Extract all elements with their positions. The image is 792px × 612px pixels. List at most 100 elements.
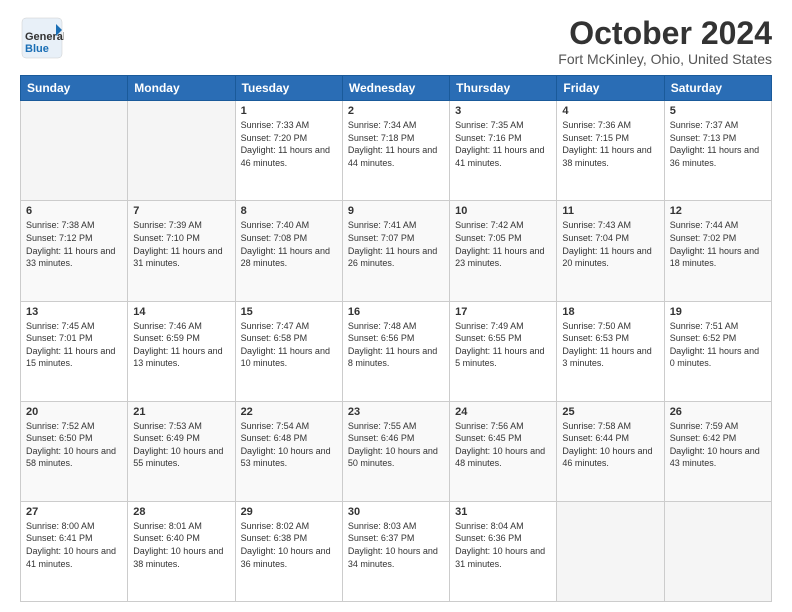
svg-text:Blue: Blue <box>25 43 49 55</box>
day-detail: Sunrise: 7:54 AMSunset: 6:48 PMDaylight:… <box>241 420 337 470</box>
calendar-week-row: 6 Sunrise: 7:38 AMSunset: 7:12 PMDaylight… <box>21 201 772 301</box>
day-detail: Sunrise: 7:58 AMSunset: 6:44 PMDaylight:… <box>562 420 658 470</box>
calendar-header-row: SundayMondayTuesdayWednesdayThursdayFrid… <box>21 76 772 101</box>
header: General Blue October 2024 Fort McKinley,… <box>20 16 772 67</box>
day-number: 30 <box>348 506 444 518</box>
calendar-cell: 2 Sunrise: 7:34 AMSunset: 7:18 PMDaylight… <box>342 101 449 201</box>
day-detail: Sunrise: 7:34 AMSunset: 7:18 PMDaylight:… <box>348 119 444 169</box>
day-number: 6 <box>26 205 122 217</box>
day-number: 23 <box>348 406 444 418</box>
day-detail: Sunrise: 7:44 AMSunset: 7:02 PMDaylight:… <box>670 219 766 269</box>
calendar-cell: 21Sunrise: 7:53 AMSunset: 6:49 PMDayligh… <box>128 401 235 501</box>
calendar-table: SundayMondayTuesdayWednesdayThursdayFrid… <box>20 75 772 602</box>
day-detail: Sunrise: 7:45 AMSunset: 7:01 PMDaylight:… <box>26 320 122 370</box>
calendar-cell: 24Sunrise: 7:56 AMSunset: 6:45 PMDayligh… <box>450 401 557 501</box>
calendar-cell: 11 Sunrise: 7:43 AMSunset: 7:04 PMDayligh… <box>557 201 664 301</box>
calendar-cell <box>557 501 664 601</box>
day-number: 1 <box>241 105 337 117</box>
day-detail: Sunrise: 7:52 AMSunset: 6:50 PMDaylight:… <box>26 420 122 470</box>
day-number: 3 <box>455 105 551 117</box>
day-number: 14 <box>133 306 229 318</box>
day-number: 21 <box>133 406 229 418</box>
calendar-header-sunday: Sunday <box>21 76 128 101</box>
calendar-cell: 3 Sunrise: 7:35 AMSunset: 7:16 PMDaylight… <box>450 101 557 201</box>
day-detail: Sunrise: 7:38 AMSunset: 7:12 PMDaylight:… <box>26 219 122 269</box>
day-detail: Sunrise: 7:39 AMSunset: 7:10 PMDaylight:… <box>133 219 229 269</box>
calendar-cell: 6 Sunrise: 7:38 AMSunset: 7:12 PMDaylight… <box>21 201 128 301</box>
day-detail: Sunrise: 8:00 AMSunset: 6:41 PMDaylight:… <box>26 520 122 570</box>
calendar-cell: 31 Sunrise: 8:04 AMSunset: 6:36 PMDayligh… <box>450 501 557 601</box>
calendar-cell: 20 Sunrise: 7:52 AMSunset: 6:50 PMDayligh… <box>21 401 128 501</box>
day-detail: Sunrise: 7:50 AMSunset: 6:53 PMDaylight:… <box>562 320 658 370</box>
day-detail: Sunrise: 7:51 AMSunset: 6:52 PMDaylight:… <box>670 320 766 370</box>
calendar-cell: 19 Sunrise: 7:51 AMSunset: 6:52 PMDayligh… <box>664 301 771 401</box>
calendar-cell: 13 Sunrise: 7:45 AMSunset: 7:01 PMDayligh… <box>21 301 128 401</box>
day-number: 7 <box>133 205 229 217</box>
calendar-cell: 30 Sunrise: 8:03 AMSunset: 6:37 PMDayligh… <box>342 501 449 601</box>
day-detail: Sunrise: 7:47 AMSunset: 6:58 PMDaylight:… <box>241 320 337 370</box>
day-number: 20 <box>26 406 122 418</box>
day-number: 31 <box>455 506 551 518</box>
logo-icon: General Blue <box>20 16 64 60</box>
day-detail: Sunrise: 8:01 AMSunset: 6:40 PMDaylight:… <box>133 520 229 570</box>
calendar-cell: 4 Sunrise: 7:36 AMSunset: 7:15 PMDaylight… <box>557 101 664 201</box>
day-number: 19 <box>670 306 766 318</box>
calendar-cell: 1 Sunrise: 7:33 AMSunset: 7:20 PMDaylight… <box>235 101 342 201</box>
day-detail: Sunrise: 7:43 AMSunset: 7:04 PMDaylight:… <box>562 219 658 269</box>
day-detail: Sunrise: 7:35 AMSunset: 7:16 PMDaylight:… <box>455 119 551 169</box>
day-number: 27 <box>26 506 122 518</box>
day-detail: Sunrise: 7:41 AMSunset: 7:07 PMDaylight:… <box>348 219 444 269</box>
day-number: 8 <box>241 205 337 217</box>
calendar-cell: 26 Sunrise: 7:59 AMSunset: 6:42 PMDayligh… <box>664 401 771 501</box>
day-number: 11 <box>562 205 658 217</box>
location: Fort McKinley, Ohio, United States <box>558 51 772 67</box>
day-number: 29 <box>241 506 337 518</box>
day-detail: Sunrise: 7:56 AMSunset: 6:45 PMDaylight:… <box>455 420 551 470</box>
calendar-header-tuesday: Tuesday <box>235 76 342 101</box>
calendar-cell: 18Sunrise: 7:50 AMSunset: 6:53 PMDayligh… <box>557 301 664 401</box>
day-number: 22 <box>241 406 337 418</box>
calendar-header-friday: Friday <box>557 76 664 101</box>
day-detail: Sunrise: 7:48 AMSunset: 6:56 PMDaylight:… <box>348 320 444 370</box>
day-detail: Sunrise: 7:59 AMSunset: 6:42 PMDaylight:… <box>670 420 766 470</box>
day-number: 26 <box>670 406 766 418</box>
calendar-header-monday: Monday <box>128 76 235 101</box>
day-number: 15 <box>241 306 337 318</box>
calendar-week-row: 27 Sunrise: 8:00 AMSunset: 6:41 PMDayligh… <box>21 501 772 601</box>
calendar-cell: 12 Sunrise: 7:44 AMSunset: 7:02 PMDayligh… <box>664 201 771 301</box>
calendar-cell: 15 Sunrise: 7:47 AMSunset: 6:58 PMDayligh… <box>235 301 342 401</box>
logo: General Blue <box>20 16 64 65</box>
calendar-week-row: 13 Sunrise: 7:45 AMSunset: 7:01 PMDayligh… <box>21 301 772 401</box>
day-number: 9 <box>348 205 444 217</box>
day-number: 25 <box>562 406 658 418</box>
calendar-cell: 5Sunrise: 7:37 AMSunset: 7:13 PMDaylight… <box>664 101 771 201</box>
calendar-cell: 27 Sunrise: 8:00 AMSunset: 6:41 PMDayligh… <box>21 501 128 601</box>
calendar-week-row: 1 Sunrise: 7:33 AMSunset: 7:20 PMDaylight… <box>21 101 772 201</box>
calendar-cell: 7 Sunrise: 7:39 AMSunset: 7:10 PMDaylight… <box>128 201 235 301</box>
calendar-cell: 8Sunrise: 7:40 AMSunset: 7:08 PMDaylight… <box>235 201 342 301</box>
calendar-cell: 9 Sunrise: 7:41 AMSunset: 7:07 PMDaylight… <box>342 201 449 301</box>
calendar-header-thursday: Thursday <box>450 76 557 101</box>
calendar-cell <box>21 101 128 201</box>
calendar-cell: 23Sunrise: 7:55 AMSunset: 6:46 PMDayligh… <box>342 401 449 501</box>
day-detail: Sunrise: 8:04 AMSunset: 6:36 PMDaylight:… <box>455 520 551 570</box>
calendar-cell: 17Sunrise: 7:49 AMSunset: 6:55 PMDayligh… <box>450 301 557 401</box>
day-number: 4 <box>562 105 658 117</box>
month-title: October 2024 <box>558 16 772 51</box>
day-number: 17 <box>455 306 551 318</box>
day-number: 12 <box>670 205 766 217</box>
day-number: 13 <box>26 306 122 318</box>
calendar-header-wednesday: Wednesday <box>342 76 449 101</box>
title-section: October 2024 Fort McKinley, Ohio, United… <box>558 16 772 67</box>
day-number: 10 <box>455 205 551 217</box>
calendar-cell: 25 Sunrise: 7:58 AMSunset: 6:44 PMDayligh… <box>557 401 664 501</box>
calendar-cell: 29Sunrise: 8:02 AMSunset: 6:38 PMDayligh… <box>235 501 342 601</box>
day-detail: Sunrise: 7:33 AMSunset: 7:20 PMDaylight:… <box>241 119 337 169</box>
day-number: 2 <box>348 105 444 117</box>
day-number: 5 <box>670 105 766 117</box>
day-detail: Sunrise: 8:03 AMSunset: 6:37 PMDaylight:… <box>348 520 444 570</box>
calendar-cell: 14Sunrise: 7:46 AMSunset: 6:59 PMDayligh… <box>128 301 235 401</box>
calendar-cell: 22 Sunrise: 7:54 AMSunset: 6:48 PMDayligh… <box>235 401 342 501</box>
day-detail: Sunrise: 7:36 AMSunset: 7:15 PMDaylight:… <box>562 119 658 169</box>
calendar-cell: 16Sunrise: 7:48 AMSunset: 6:56 PMDayligh… <box>342 301 449 401</box>
